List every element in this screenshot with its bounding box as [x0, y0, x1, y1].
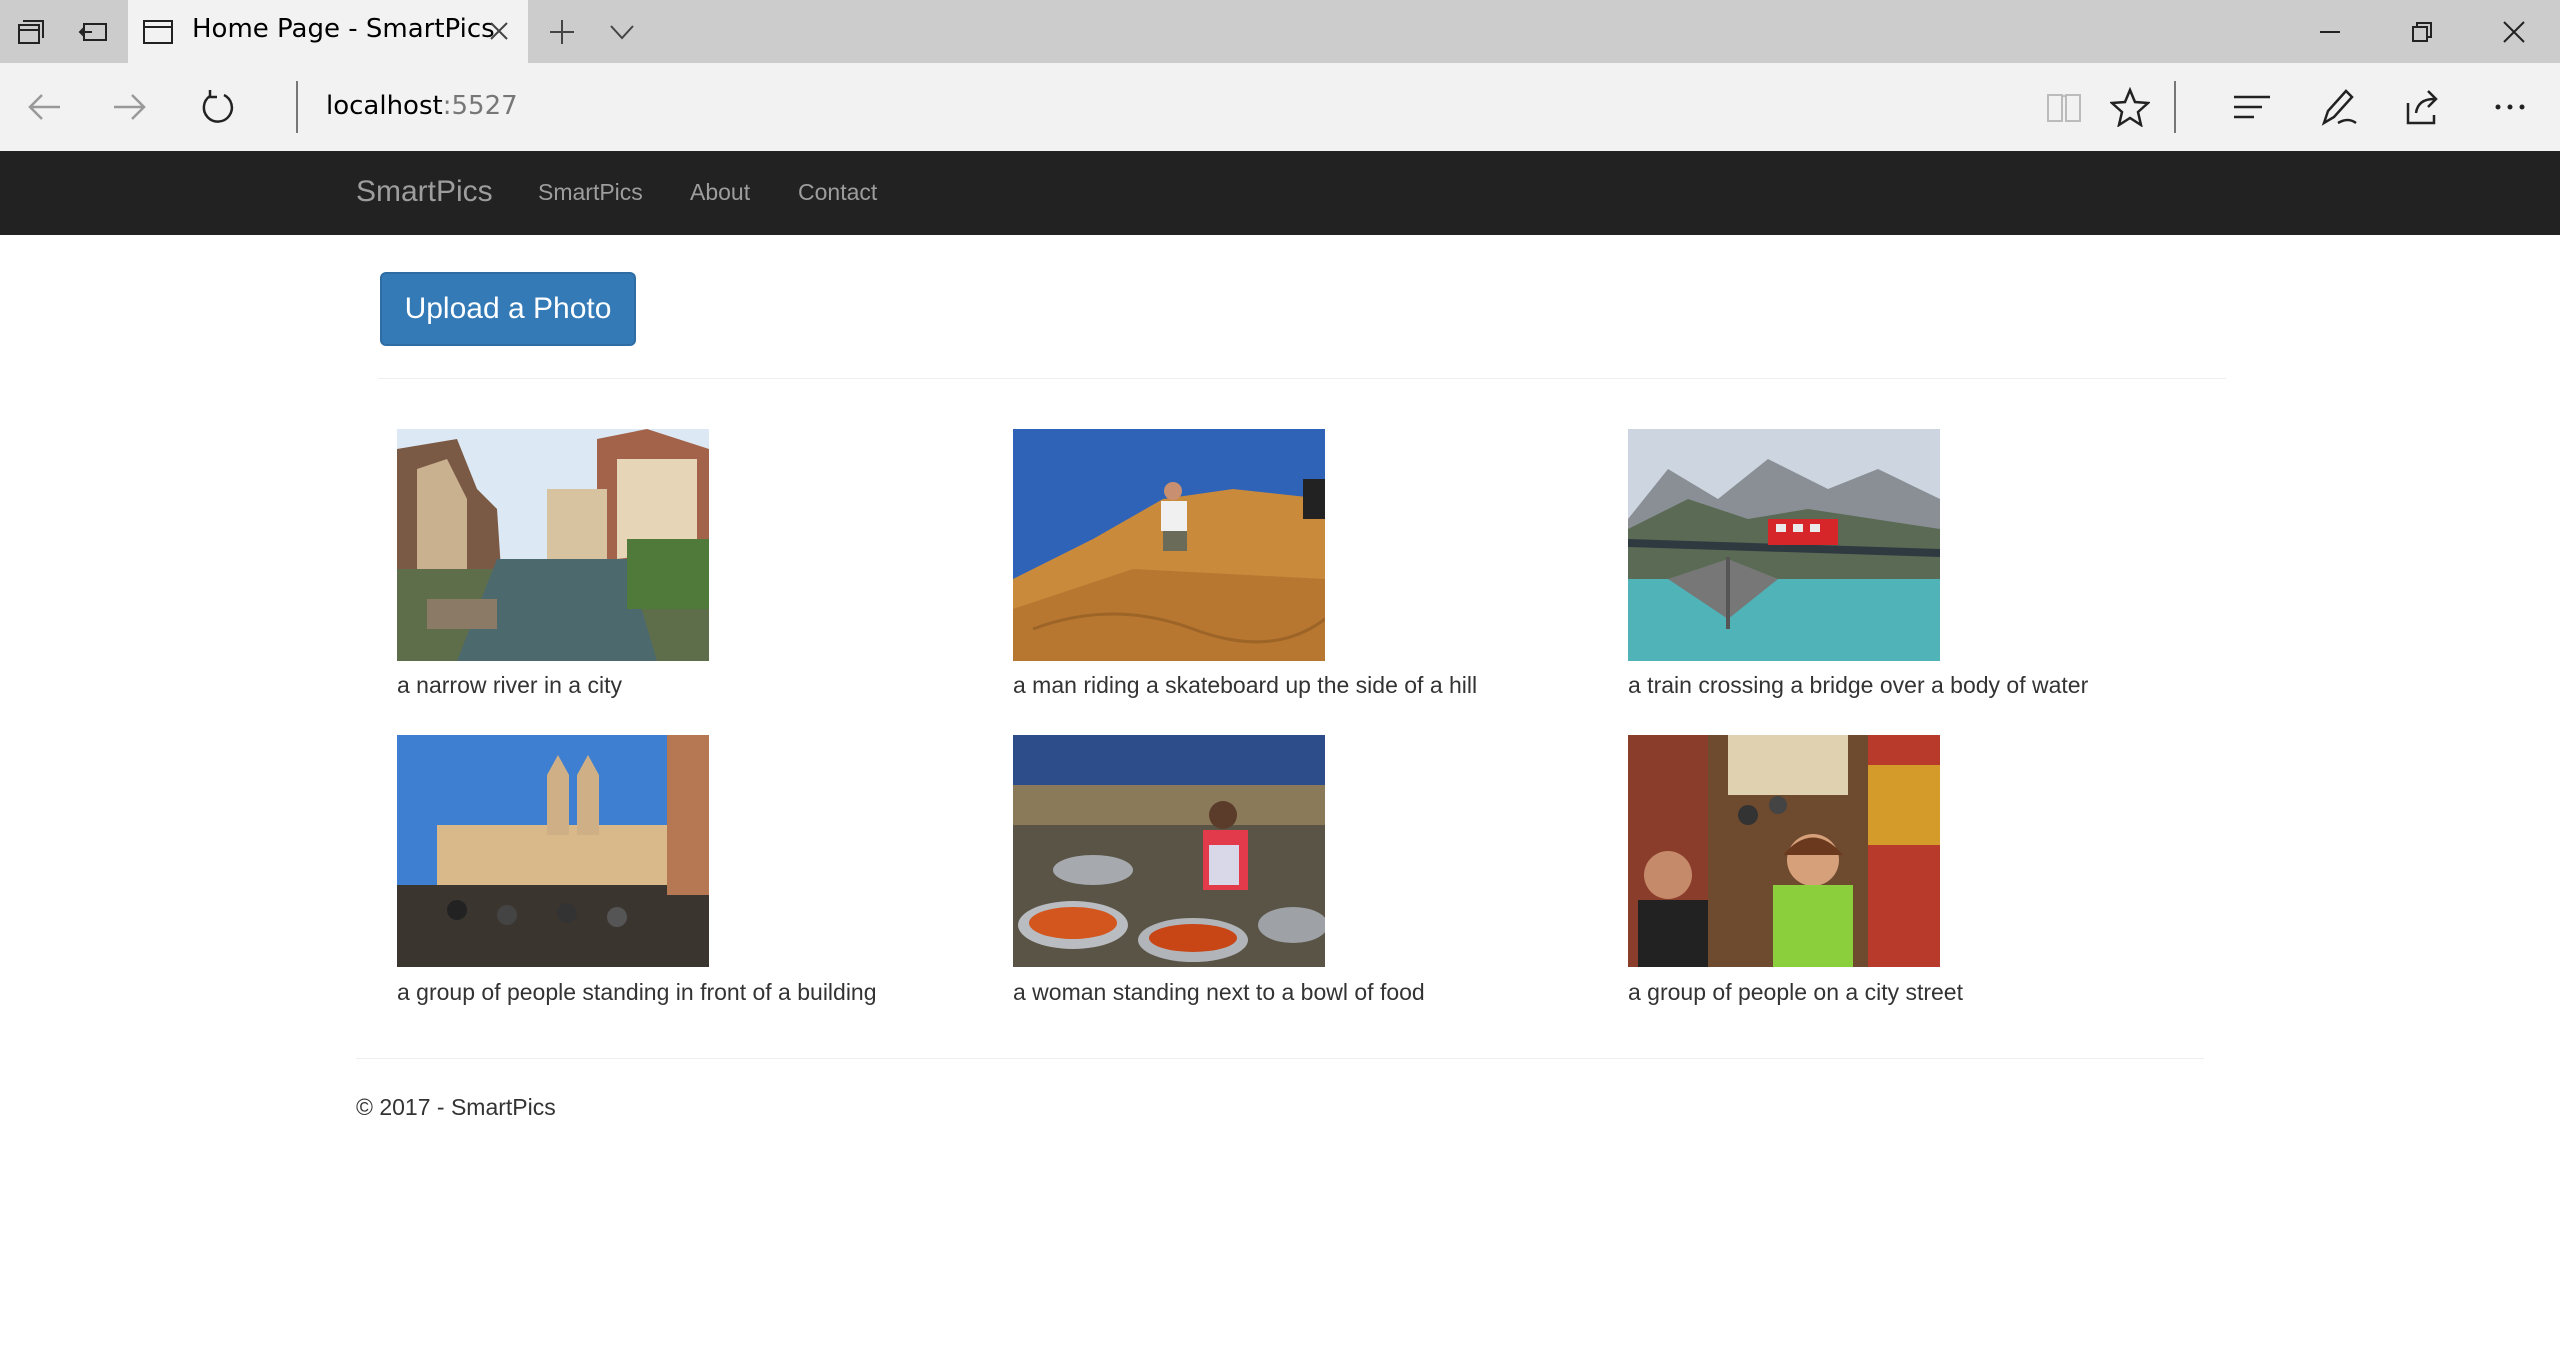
- chevron-down-icon[interactable]: [608, 22, 636, 42]
- photo-caption: a group of people standing in front of a…: [397, 979, 877, 1005]
- browser-toolbar: localhost:5527: [0, 63, 2560, 151]
- hub-icon[interactable]: [2232, 87, 2272, 127]
- nav-link-smartpics[interactable]: SmartPics: [538, 179, 643, 206]
- photo-caption: a woman standing next to a bowl of food: [1013, 979, 1425, 1005]
- upload-photo-button[interactable]: Upload a Photo: [380, 272, 636, 346]
- browser-titlebar: Home Page - SmartPics: [0, 0, 2560, 63]
- new-tab-icon[interactable]: [548, 18, 576, 46]
- photo-caption: a train crossing a bridge over a body of…: [1628, 672, 2089, 698]
- footer-divider: [356, 1058, 2204, 1059]
- photo-thumbnail-train[interactable]: [1628, 429, 1940, 661]
- tab-stack-icon[interactable]: [14, 16, 46, 48]
- forward-arrow-icon[interactable]: [110, 87, 150, 127]
- photo-thumbnail-food[interactable]: [1013, 735, 1325, 967]
- minimize-icon[interactable]: [2316, 18, 2344, 46]
- address-separator: [296, 81, 298, 133]
- site-navbar: SmartPics SmartPics About Contact: [0, 151, 2560, 235]
- tab-preview-icon[interactable]: [78, 16, 110, 48]
- photo-thumbnail-street[interactable]: [1628, 735, 1940, 967]
- share-icon[interactable]: [2404, 87, 2444, 127]
- photo-thumbnail-dune[interactable]: [1013, 429, 1325, 661]
- toolbar-separator: [2174, 81, 2176, 133]
- refresh-icon[interactable]: [198, 87, 238, 127]
- footer-copyright: © 2017 - SmartPics: [356, 1094, 556, 1120]
- nav-link-about[interactable]: About: [690, 179, 750, 206]
- photo-thumbnail-river[interactable]: [397, 429, 709, 661]
- active-tab[interactable]: Home Page - SmartPics: [128, 0, 528, 63]
- photo-caption: a narrow river in a city: [397, 672, 622, 698]
- reading-view-icon[interactable]: [2044, 87, 2084, 127]
- divider: [378, 378, 2226, 379]
- photo-caption: a man riding a skateboard up the side of…: [1013, 672, 1478, 698]
- address-port: :5527: [442, 91, 518, 121]
- tab-title: Home Page - SmartPics: [192, 14, 495, 44]
- back-arrow-icon[interactable]: [24, 87, 64, 127]
- photo-caption: a group of people on a city street: [1628, 979, 1963, 1005]
- restore-icon[interactable]: [2408, 18, 2436, 46]
- favorite-star-icon[interactable]: [2110, 87, 2150, 127]
- close-window-icon[interactable]: [2500, 18, 2528, 46]
- photo-thumbnail-building[interactable]: [397, 735, 709, 967]
- nav-link-contact[interactable]: Contact: [798, 179, 877, 206]
- page-icon: [143, 20, 173, 44]
- pen-note-icon[interactable]: [2318, 87, 2358, 127]
- address-bar[interactable]: localhost:5527: [326, 91, 518, 121]
- brand-link[interactable]: SmartPics: [356, 175, 493, 209]
- more-options-icon[interactable]: [2490, 87, 2530, 127]
- address-host: localhost: [326, 91, 443, 121]
- close-tab-icon[interactable]: [488, 20, 510, 42]
